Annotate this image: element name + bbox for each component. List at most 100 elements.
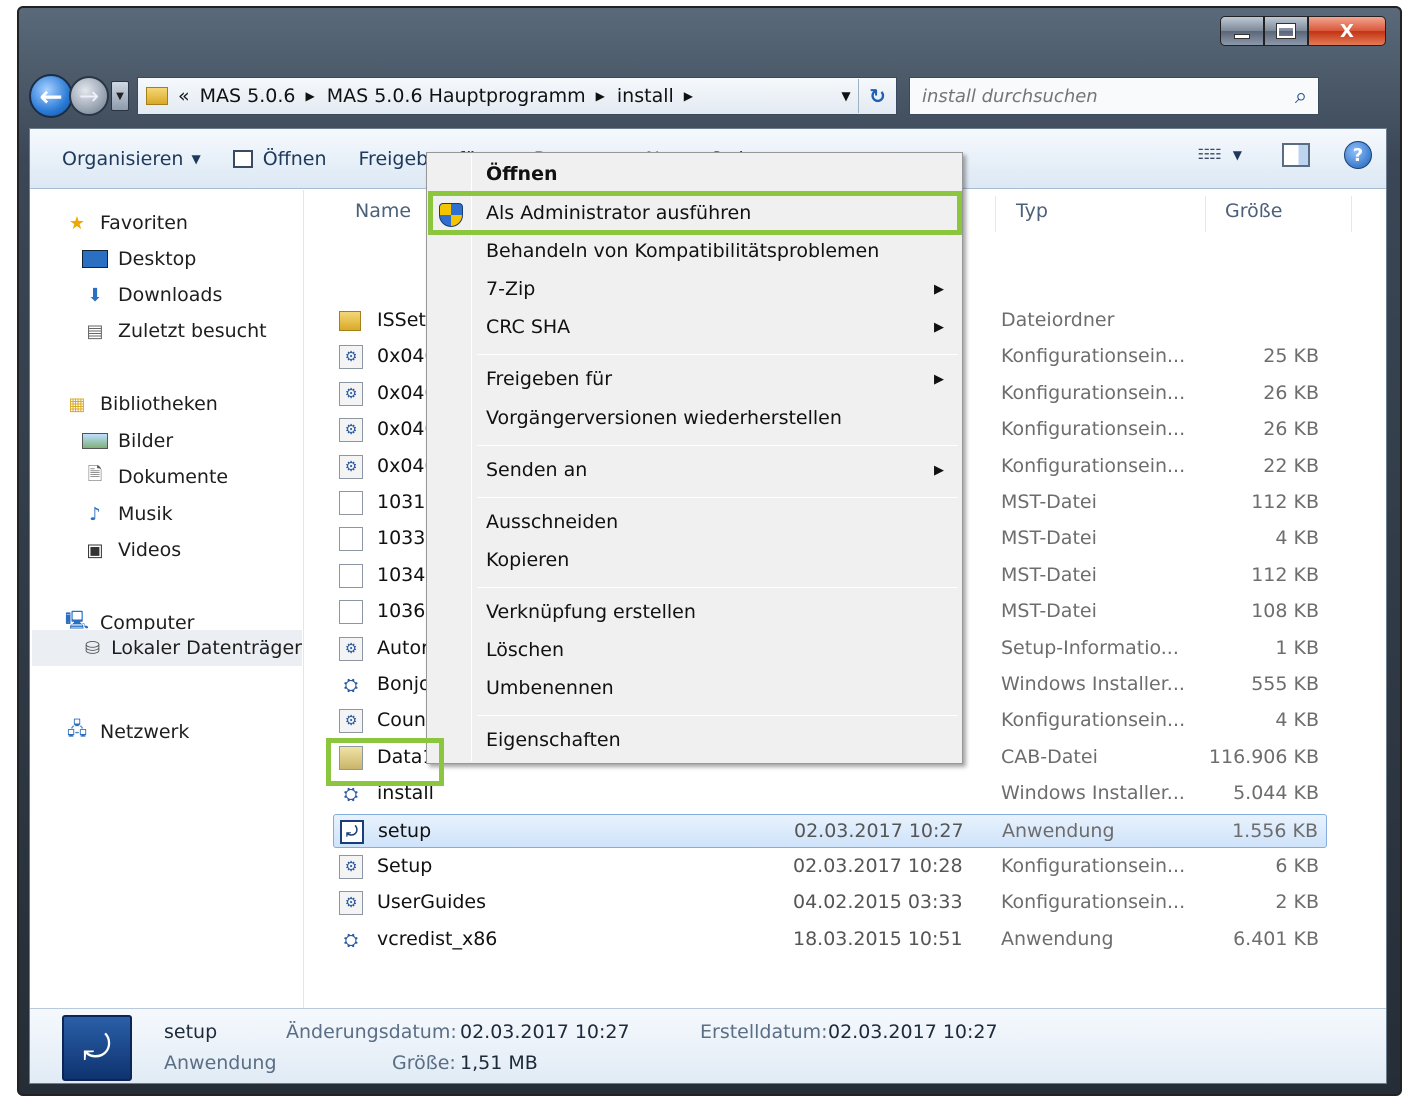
file-name: Autor — [377, 637, 429, 659]
file-row[interactable]: ⛭ vcredist_x86 18.03.2015 10:51 Anwendung 6.… — [333, 923, 1327, 957]
sidebar-label: Lokaler Datenträger — [111, 637, 302, 659]
file-date: 02.03.2017 10:27 — [794, 820, 964, 842]
column-header-name[interactable]: Name — [355, 200, 411, 222]
breadcrumb-mas[interactable]: MAS 5.0.6 — [200, 85, 296, 107]
file-row[interactable]: ⛭ install Windows Installer... 5.044 KB — [333, 777, 1327, 811]
view-details-icon[interactable]: ☷☷ — [1198, 147, 1222, 163]
file-size: 116.906 KB — [1208, 746, 1319, 768]
maximize-icon — [1276, 23, 1296, 39]
sidebar-item-favorites[interactable]: ★ Favoriten — [64, 212, 188, 234]
details-modified-value: 02.03.2017 10:27 — [460, 1021, 630, 1043]
sidebar-item-pictures[interactable]: Bilder — [82, 430, 173, 452]
file-type: MST-Datei — [1001, 527, 1097, 549]
menu-item-rename[interactable]: Umbenennen — [486, 677, 614, 699]
details-created-value: 02.03.2017 10:27 — [828, 1021, 998, 1043]
menu-item-properties[interactable]: Eigenschaften — [486, 729, 621, 751]
search-icon[interactable]: ⌕ — [1284, 84, 1318, 109]
file-date: 02.03.2017 10:28 — [793, 855, 963, 877]
documents-icon: 🗎 — [87, 464, 103, 485]
config-file-icon: ⚙ — [339, 418, 363, 442]
file-type: Anwendung — [1002, 820, 1115, 842]
breadcrumb-install[interactable]: install — [617, 85, 674, 107]
desktop-icon — [82, 250, 108, 268]
organize-label: Organisieren — [62, 147, 184, 170]
screenshot-frame: X ← → ▼ « MAS 5.0.6 ▶ MAS 5.0.6 Hauptpro… — [0, 0, 1410, 1106]
breadcrumb-hauptprogramm[interactable]: MAS 5.0.6 Hauptprogramm — [327, 85, 586, 107]
sidebar-label: Downloads — [118, 284, 223, 306]
config-file-icon: ⚙ — [339, 382, 363, 406]
config-file-icon: ⚙ — [339, 709, 363, 733]
file-row[interactable]: ⚙ UserGuides 04.02.2015 03:33 Konfiguration… — [333, 886, 1327, 920]
menu-item-compatibility[interactable]: Behandeln von Kompatibilitätsproblemen — [486, 240, 879, 262]
maximize-button[interactable] — [1264, 16, 1308, 46]
refresh-button[interactable]: ↻ — [858, 79, 896, 113]
details-filetype: Anwendung — [164, 1052, 277, 1074]
open-button[interactable]: Öffnen — [232, 148, 327, 170]
star-icon: ★ — [68, 212, 86, 234]
menu-separator — [477, 715, 958, 716]
submenu-arrow-icon: ▶ — [934, 320, 944, 335]
view-dropdown-icon[interactable]: ▼ — [1233, 148, 1242, 162]
menu-item-crc-sha[interactable]: CRC SHA — [486, 316, 570, 338]
menu-item-share[interactable]: Freigeben für — [486, 368, 612, 390]
preview-pane-icon[interactable] — [1282, 143, 1310, 167]
help-icon[interactable]: ? — [1344, 141, 1372, 169]
column-header-type[interactable]: Typ — [1016, 200, 1048, 222]
search-input[interactable] — [922, 85, 1284, 107]
sidebar-item-libraries[interactable]: ▦ Bibliotheken — [64, 393, 217, 415]
details-pane: ⤾ setup Anwendung Änderungsdatum: 02.03.… — [30, 1008, 1386, 1083]
address-bar[interactable]: « MAS 5.0.6 ▶ MAS 5.0.6 Hauptprogramm ▶ … — [137, 77, 897, 115]
generic-file-icon — [339, 564, 363, 588]
file-size: 112 KB — [1251, 564, 1319, 586]
forward-button[interactable]: → — [69, 76, 109, 116]
sidebar-item-local-disk[interactable]: ⛁ Lokaler Datenträger — [32, 630, 302, 666]
libraries-icon: ▦ — [68, 393, 86, 415]
arrow-right-icon: → — [78, 82, 100, 110]
menu-item-send-to[interactable]: Senden an — [486, 459, 587, 481]
sidebar-item-music[interactable]: ♪ Musik — [82, 503, 172, 525]
menu-item-open[interactable]: Öffnen — [486, 163, 557, 185]
organize-button[interactable]: Organisieren ▼ — [62, 148, 201, 170]
file-row[interactable]: ⚙ Setup 02.03.2017 10:28 Konfigurationsein.… — [333, 850, 1327, 884]
menu-item-cut[interactable]: Ausschneiden — [486, 511, 618, 533]
sidebar-item-videos[interactable]: ▣ Videos — [82, 539, 181, 561]
menu-item-delete[interactable]: Löschen — [486, 639, 564, 661]
file-size: 26 KB — [1263, 418, 1319, 440]
generic-file-icon — [339, 527, 363, 551]
minimize-button[interactable] — [1220, 16, 1264, 46]
sidebar-item-recent[interactable]: ▤ Zuletzt besucht — [82, 320, 266, 342]
sidebar-label: Favoriten — [100, 212, 188, 234]
view-controls: ☷☷ ▼ ? — [1198, 141, 1372, 169]
breadcrumb-arrow-icon[interactable]: ▶ — [684, 89, 693, 103]
sidebar-item-downloads[interactable]: ⬇ Downloads — [82, 284, 222, 306]
file-type: Windows Installer... — [1001, 673, 1185, 695]
menu-item-create-shortcut[interactable]: Verknüpfung erstellen — [486, 601, 696, 623]
sidebar-item-desktop[interactable]: Desktop — [82, 248, 196, 270]
installer-icon: ⛭ — [343, 929, 359, 951]
column-header-size[interactable]: Größe — [1225, 200, 1282, 222]
menu-item-restore-versions[interactable]: Vorgängerversionen wiederherstellen — [486, 407, 842, 429]
sidebar-item-documents[interactable]: 🗎 Dokumente — [82, 464, 228, 488]
file-type: Konfigurationsein... — [1001, 709, 1186, 731]
file-name: setup — [378, 820, 432, 842]
downloads-icon: ⬇ — [87, 284, 103, 306]
file-name: Setup — [377, 855, 433, 877]
breadcrumb-arrow-icon[interactable]: ▶ — [305, 89, 314, 103]
sidebar-label: Netzwerk — [100, 721, 190, 743]
file-row[interactable]: ⤾ setup 02.03.2017 10:27 Anwendung 1.556 KB — [333, 814, 1327, 848]
menu-item-copy[interactable]: Kopieren — [486, 549, 569, 571]
search-box: ⌕ — [909, 77, 1319, 115]
recent-pages-dropdown[interactable]: ▼ — [111, 81, 129, 111]
sidebar-item-network[interactable]: 🖧 Netzwerk — [64, 719, 190, 743]
breadcrumb-arrow-icon[interactable]: ▶ — [596, 89, 605, 103]
close-button[interactable]: X — [1308, 16, 1386, 46]
pictures-icon — [82, 433, 108, 449]
file-size: 6.401 KB — [1233, 928, 1319, 950]
caption-buttons: X — [1220, 16, 1386, 46]
sidebar-label: Desktop — [118, 248, 197, 270]
address-dropdown-icon[interactable]: ▼ — [834, 89, 858, 103]
menu-item-7zip[interactable]: 7-Zip — [486, 278, 535, 300]
back-button[interactable]: ← — [29, 74, 73, 118]
breadcrumb-overflow[interactable]: « — [178, 85, 190, 107]
generic-file-icon — [339, 491, 363, 515]
